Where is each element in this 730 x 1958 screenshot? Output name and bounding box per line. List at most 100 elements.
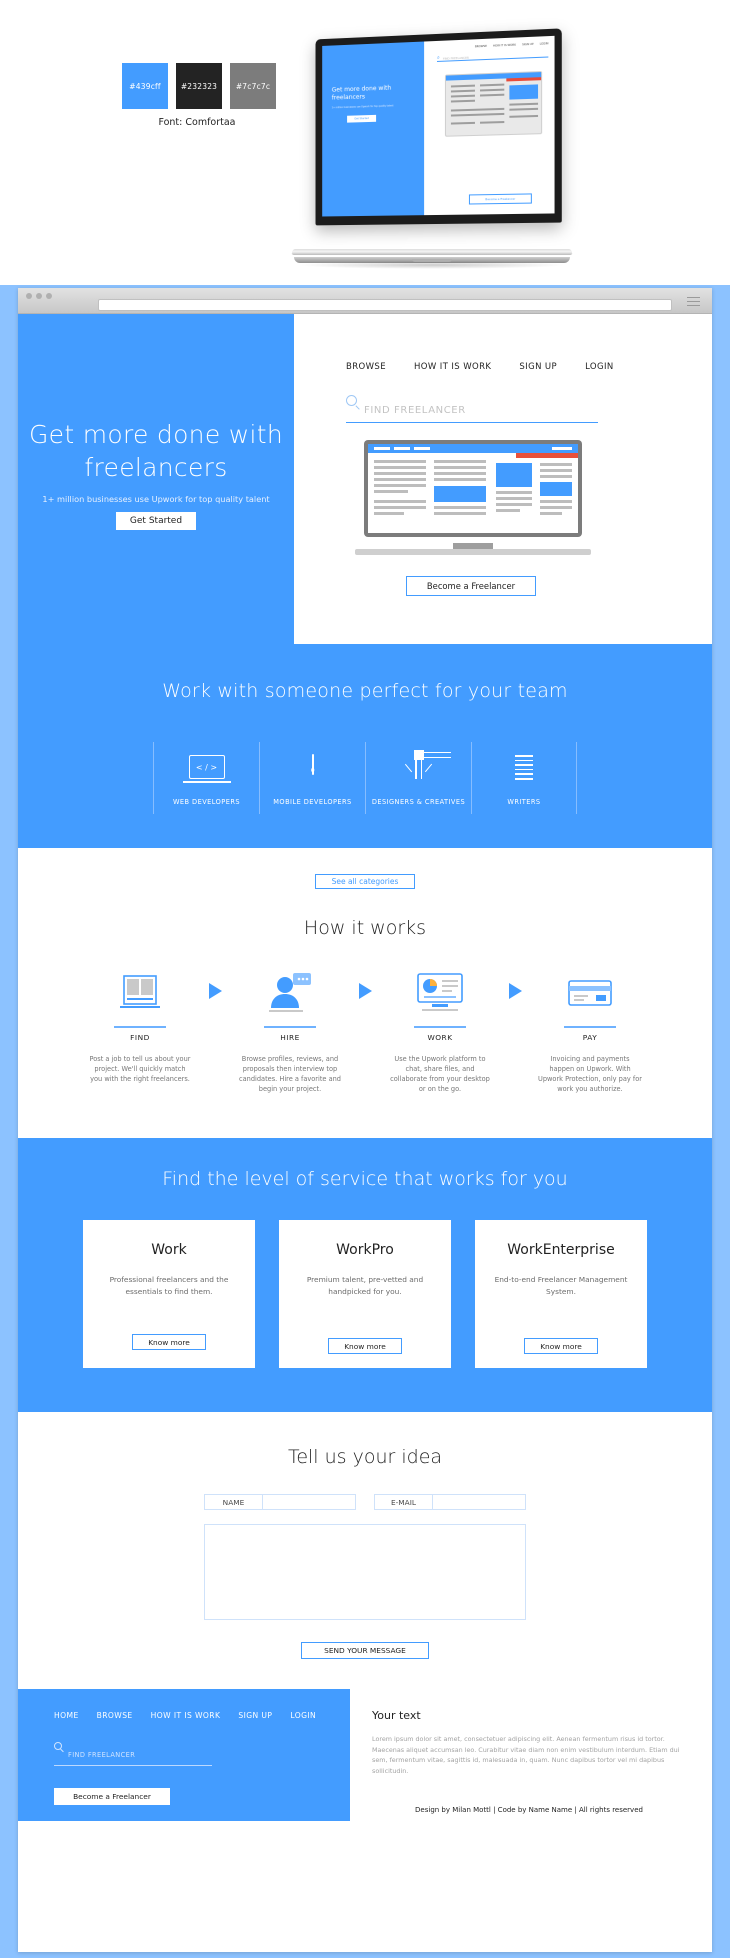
illustration-topbar <box>368 444 578 453</box>
menu-icon[interactable] <box>687 297 700 309</box>
footer-nav-how-it-works[interactable]: HOW IT IS WORK <box>151 1711 221 1720</box>
footer-nav-browse[interactable]: BROWSE <box>97 1711 133 1720</box>
categories-row: < / > WEB DEVELOPERS MOBILE DEVELOPERS D… <box>18 742 712 814</box>
step-find: FIND Post a job to tell us about your pr… <box>78 969 202 1084</box>
font-note: Font: Comfortaa <box>158 117 236 128</box>
hero-subhead: 1+ million businesses use Upwork for top… <box>42 494 270 504</box>
arrow-right-icon <box>352 983 378 999</box>
see-all-categories-button[interactable]: See all categories <box>315 874 415 889</box>
search-freelancer-field[interactable]: FIND FREELANCER <box>346 394 598 423</box>
hero-headline: Get more done with freelancers <box>29 420 283 482</box>
search-placeholder: FIND FREELANCER <box>364 405 466 416</box>
category-label: DESIGNERS & CREATIVES <box>371 798 466 806</box>
footer-nav-home[interactable]: HOME <box>54 1711 79 1720</box>
category-label: WEB DEVELOPERS <box>172 798 241 806</box>
how-it-works-section: See all categories How it works FIND Pos… <box>18 848 712 1139</box>
service-card-workenterprise: WorkEnterprise End-to-end Freelancer Man… <box>475 1220 647 1369</box>
footer-nav-sign-up[interactable]: SIGN UP <box>238 1711 272 1720</box>
job-post-icon <box>78 969 202 1017</box>
service-card-workpro: WorkPro Premium talent, pre-vetted and h… <box>279 1220 451 1369</box>
color-swatch: #232323 <box>176 63 222 109</box>
step-name: FIND <box>130 1032 150 1042</box>
step-desc: Browse profiles, reviews, and proposals … <box>239 1054 341 1094</box>
get-started-button[interactable]: Get Started <box>116 512 196 530</box>
site-nav: BROWSE HOW IT IS WORK SIGN UP LOGIN <box>346 362 614 372</box>
name-label: NAME <box>205 1495 263 1510</box>
arrow-right-icon <box>202 983 228 999</box>
laptop-code-icon: < / > <box>188 755 225 779</box>
color-swatch: #7c7c7c <box>230 63 276 109</box>
laptop-screen: BROWSE HOW IT IS WORK SIGN UP LOGIN FIND… <box>315 28 562 226</box>
browser-window: Get more done with freelancers 1+ millio… <box>18 288 712 1952</box>
service-levels-section: Find the level of service that works for… <box>18 1138 712 1413</box>
illustration-laptop-frame <box>364 440 582 537</box>
step-desc: Invoicing and payments happen on Upwork.… <box>538 1054 642 1094</box>
card-desc: End-to-end Freelancer Management System. <box>494 1275 628 1296</box>
know-more-button[interactable]: Know more <box>132 1334 206 1351</box>
step-underline <box>114 1026 166 1028</box>
mockup-nav-item: HOW IT IS WORK <box>492 42 517 48</box>
mockup-search: FIND FREELANCER <box>436 52 549 62</box>
send-message-button[interactable]: SEND YOUR MESSAGE <box>301 1642 429 1660</box>
know-more-button[interactable]: Know more <box>328 1338 402 1355</box>
contact-title: Tell us your idea <box>287 1446 443 1469</box>
name-input[interactable] <box>263 1495 355 1509</box>
hero-illustration <box>355 440 591 555</box>
card-title: WorkPro <box>336 1242 394 1259</box>
footer-right-title: Your text <box>372 1709 421 1723</box>
service-card-work: Work Professional freelancers and the es… <box>83 1220 255 1369</box>
become-freelancer-button[interactable]: Become a Freelancer <box>406 576 536 596</box>
illustration-screen <box>368 444 578 533</box>
contact-section: Tell us your idea NAME E-MAIL SEND YOUR … <box>18 1412 712 1690</box>
step-underline <box>264 1026 316 1028</box>
card-desc: Professional freelancers and the essenti… <box>109 1275 229 1296</box>
search-icon <box>54 1742 62 1751</box>
category-mobile-developers[interactable]: MOBILE DEVELOPERS <box>259 742 365 814</box>
profile-chat-icon <box>228 969 352 1017</box>
laptop-screen-content: BROWSE HOW IT IS WORK SIGN UP LOGIN FIND… <box>322 35 555 217</box>
search-icon <box>346 395 357 406</box>
footer-left: HOME BROWSE HOW IT IS WORK SIGN UP LOGIN… <box>18 1689 350 1822</box>
card-title: Work <box>151 1242 187 1259</box>
know-more-button[interactable]: Know more <box>524 1338 598 1355</box>
footer-become-freelancer-button[interactable]: Become a Freelancer <box>54 1788 170 1806</box>
address-bar[interactable] <box>98 299 672 311</box>
arrow-right-icon <box>502 983 528 999</box>
step-underline <box>414 1026 466 1028</box>
document-lines-icon <box>515 755 533 783</box>
email-input[interactable] <box>433 1495 525 1509</box>
footer-search-field[interactable]: FIND FREELANCER <box>54 1742 212 1767</box>
mockup-illustration <box>444 71 543 137</box>
mockup-cta: Get Started <box>347 114 377 123</box>
footer-right-text: Lorem ipsum dolor sit amet, consectetuer… <box>372 1735 680 1775</box>
step-name: PAY <box>582 1032 598 1042</box>
browser-chrome <box>18 288 712 314</box>
brand-showcase: #439cff #232323 #7c7c7c Font: Comfortaa … <box>0 0 730 285</box>
footer-credit: Design by Milan Mottl | Code by Name Nam… <box>415 1805 643 1814</box>
category-writers[interactable]: WRITERS <box>471 742 577 814</box>
message-textarea[interactable] <box>204 1524 526 1621</box>
category-designers-creatives[interactable]: DESIGNERS & CREATIVES <box>365 742 471 814</box>
category-web-developers[interactable]: < / > WEB DEVELOPERS <box>153 742 259 814</box>
nav-item-login[interactable]: LOGIN <box>585 362 614 372</box>
footer: HOME BROWSE HOW IT IS WORK SIGN UP LOGIN… <box>18 1689 712 1822</box>
email-label: E-MAIL <box>375 1495 433 1510</box>
category-label: WRITERS <box>507 798 541 806</box>
nav-item-how-it-works[interactable]: HOW IT IS WORK <box>414 362 491 372</box>
laptop-base <box>291 248 573 256</box>
illustration-accent-bar <box>516 453 578 458</box>
step-underline <box>564 1026 616 1028</box>
nav-item-sign-up[interactable]: SIGN UP <box>519 362 557 372</box>
email-field[interactable]: E-MAIL <box>374 1494 526 1511</box>
monitor-dashboard-icon <box>378 969 502 1017</box>
footer-nav-login[interactable]: LOGIN <box>290 1711 316 1720</box>
mockup-become-freelancer: Become a Freelancer <box>468 193 532 205</box>
service-levels-title: Find the level of service that works for… <box>162 1168 568 1191</box>
categories-title: Work with someone perfect for your team <box>162 680 568 702</box>
laptop-mockup-image: BROWSE HOW IT IS WORK SIGN UP LOGIN FIND… <box>291 28 573 275</box>
nav-item-browse[interactable]: BROWSE <box>346 362 386 372</box>
name-field[interactable]: NAME <box>204 1494 356 1511</box>
window-controls[interactable] <box>26 293 52 299</box>
footer-nav: HOME BROWSE HOW IT IS WORK SIGN UP LOGIN <box>54 1711 350 1720</box>
step-hire: HIRE Browse profiles, reviews, and propo… <box>228 969 352 1094</box>
